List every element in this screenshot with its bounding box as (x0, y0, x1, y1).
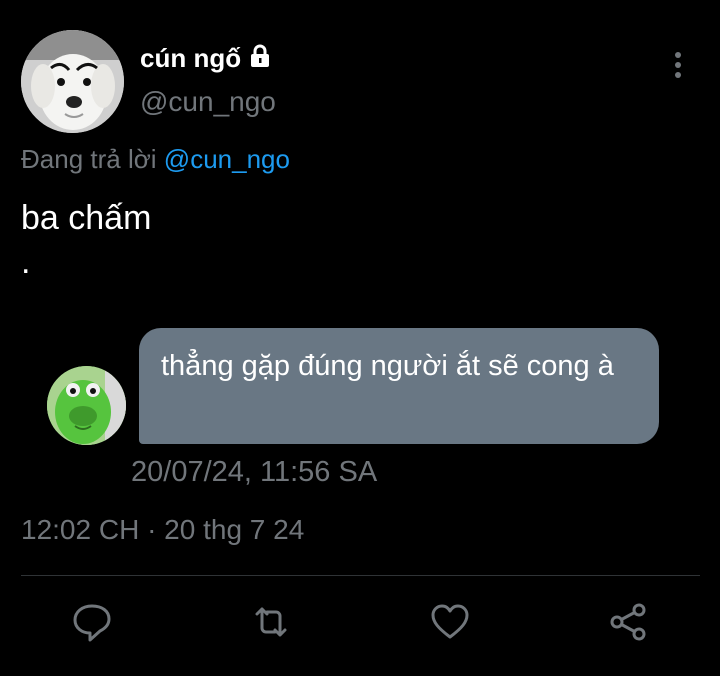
author-avatar[interactable] (21, 30, 124, 133)
share-button[interactable] (607, 600, 651, 644)
reply-button[interactable] (70, 600, 114, 644)
replying-to: Đang trả lời @cun_ngo (21, 144, 290, 175)
replying-to-label: Đang trả lời (21, 144, 157, 174)
lock-icon (247, 43, 273, 74)
share-icon (607, 600, 651, 644)
dm-message-bubble: thẳng gặp đúng người ắt sẽ cong à (139, 328, 659, 444)
divider (21, 575, 700, 576)
more-vertical-icon[interactable] (664, 48, 692, 82)
reply-icon (70, 600, 114, 644)
author-name-row: cún ngố (140, 40, 273, 76)
author-display-name[interactable]: cún ngố (140, 43, 241, 74)
replying-to-handle[interactable]: @cun_ngo (164, 144, 290, 174)
dm-timestamp: 20/07/24, 11:56 SA (131, 456, 378, 488)
like-button[interactable] (428, 600, 472, 644)
retweet-icon (249, 600, 293, 644)
dm-sender-avatar (47, 366, 126, 445)
retweet-button[interactable] (249, 600, 293, 644)
dm-message-text: thẳng gặp đúng người ắt sẽ cong à (161, 350, 614, 382)
author-handle[interactable]: @cun_ngo (140, 86, 276, 118)
tweet-timestamp[interactable]: 12:02 CH · 20 thg 7 24 (21, 514, 304, 546)
heart-icon (428, 600, 472, 644)
tweet-text: ba chấm . (21, 199, 152, 281)
